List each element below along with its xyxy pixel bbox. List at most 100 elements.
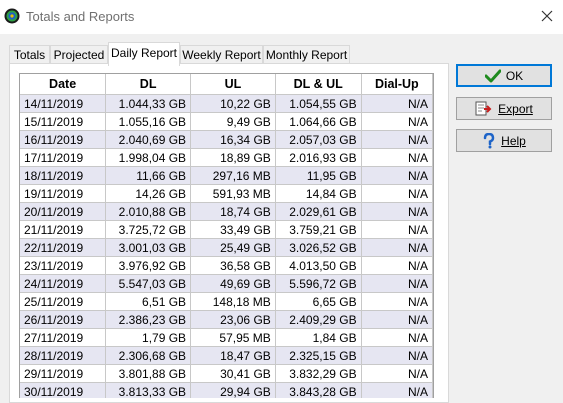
cell-dial-up: N/A xyxy=(361,346,433,365)
column-header-dl[interactable]: DL xyxy=(105,74,192,95)
cell-date: 19/11/2019 xyxy=(20,184,107,203)
cell-date: 29/11/2019 xyxy=(20,364,107,383)
cell-date: 27/11/2019 xyxy=(20,328,107,347)
table-row[interactable]: 23/11/2019 3.976,92 GB 36,58 GB 4.013,50 GB… xyxy=(20,256,433,275)
cell-date: 22/11/2019 xyxy=(20,238,107,257)
app-icon xyxy=(4,8,20,24)
cell-dial-up: N/A xyxy=(361,274,433,293)
check-icon xyxy=(484,69,501,82)
cell-dl-ul: 4.013,50 GB xyxy=(275,256,362,275)
cell-dl-ul: 3.832,29 GB xyxy=(275,364,362,383)
cell-dial-up: N/A xyxy=(361,148,433,167)
cell-dl-ul: 6,65 GB xyxy=(275,292,362,311)
table-row[interactable]: 18/11/2019 11,66 GB 297,16 MB 11,95 GB N/A xyxy=(20,166,433,185)
cell-dl-ul: 1,84 GB xyxy=(275,328,362,347)
table-header-row: Date DL UL DL & UL Dial-Up xyxy=(20,74,433,95)
table-row[interactable]: 28/11/2019 2.306,68 GB 18,47 GB 2.325,15 GB… xyxy=(20,346,433,365)
tab-totals[interactable]: Totals xyxy=(9,45,50,64)
cell-ul: 57,95 MB xyxy=(190,328,276,347)
tab-daily-report[interactable]: Daily Report xyxy=(108,42,180,66)
daily-report-grid[interactable]: Date DL UL DL & UL Dial-Up 14/11/2019 1.0… xyxy=(19,73,434,398)
cell-date: 23/11/2019 xyxy=(20,256,107,275)
cell-ul: 36,58 GB xyxy=(190,256,276,275)
ok-button[interactable]: OK xyxy=(456,64,552,87)
cell-dl-ul: 2.409,29 GB xyxy=(275,310,362,329)
cell-dial-up: N/A xyxy=(361,238,433,257)
cell-dl: 5.547,03 GB xyxy=(105,274,192,293)
cell-dial-up: N/A xyxy=(361,310,433,329)
table-row[interactable]: 15/11/2019 1.055,16 GB 9,49 GB 1.064,66 GB N… xyxy=(20,112,433,131)
cell-dial-up: N/A xyxy=(361,94,433,113)
cell-dl-ul: 2.029,61 GB xyxy=(275,202,362,221)
table-row[interactable]: 30/11/2019 3.813,33 GB 29,94 GB 3.843,28 GB… xyxy=(20,382,433,398)
help-button-label: Help xyxy=(501,133,526,148)
cell-dl-ul: 14,84 GB xyxy=(275,184,362,203)
cell-dl-ul: 3.843,28 GB xyxy=(275,382,362,398)
table-row[interactable]: 14/11/2019 1.044,33 GB 10,22 GB 1.054,55 GB… xyxy=(20,94,433,113)
help-button[interactable]: Help xyxy=(456,129,552,152)
cell-date: 21/11/2019 xyxy=(20,220,107,239)
cell-dl: 14,26 GB xyxy=(105,184,192,203)
cell-ul: 18,89 GB xyxy=(190,148,276,167)
cell-ul: 18,74 GB xyxy=(190,202,276,221)
tab-weekly-report[interactable]: Weekly Report xyxy=(180,45,263,64)
cell-date: 20/11/2019 xyxy=(20,202,107,221)
table-row[interactable]: 29/11/2019 3.801,88 GB 30,41 GB 3.832,29 GB… xyxy=(20,364,433,383)
table-row[interactable]: 21/11/2019 3.725,72 GB 33,49 GB 3.759,21 GB… xyxy=(20,220,433,239)
table-row[interactable]: 27/11/2019 1,79 GB 57,95 MB 1,84 GB N/A xyxy=(20,328,433,347)
column-header-ul[interactable]: UL xyxy=(190,74,276,95)
cell-ul: 297,16 MB xyxy=(190,166,276,185)
column-header-dial-up[interactable]: Dial-Up xyxy=(361,74,433,95)
cell-dl: 1.998,04 GB xyxy=(105,148,192,167)
cell-ul: 49,69 GB xyxy=(190,274,276,293)
cell-dl: 3.801,88 GB xyxy=(105,364,192,383)
cell-dl: 3.725,72 GB xyxy=(105,220,192,239)
cell-dial-up: N/A xyxy=(361,166,433,185)
ok-button-label: OK xyxy=(505,68,524,83)
table-row[interactable]: 20/11/2019 2.010,88 GB 18,74 GB 2.029,61 GB… xyxy=(20,202,433,221)
cell-dl: 2.386,23 GB xyxy=(105,310,192,329)
table-row[interactable]: 22/11/2019 3.001,03 GB 25,49 GB 3.026,52 GB… xyxy=(20,238,433,257)
cell-dial-up: N/A xyxy=(361,256,433,275)
window-title: Totals and Reports xyxy=(26,9,135,24)
cell-dial-up: N/A xyxy=(361,184,433,203)
cell-date: 24/11/2019 xyxy=(20,274,107,293)
cell-dial-up: N/A xyxy=(361,292,433,311)
cell-dial-up: N/A xyxy=(361,328,433,347)
cell-dial-up: N/A xyxy=(361,382,433,398)
tab-monthly-report[interactable]: Monthly Report xyxy=(263,45,350,64)
cell-dial-up: N/A xyxy=(361,202,433,221)
cell-dl-ul: 1.054,55 GB xyxy=(275,94,362,113)
column-header-dl-ul[interactable]: DL & UL xyxy=(275,74,362,95)
cell-ul: 9,49 GB xyxy=(190,112,276,131)
cell-date: 25/11/2019 xyxy=(20,292,107,311)
table-row[interactable]: 25/11/2019 6,51 GB 148,18 MB 6,65 GB N/A xyxy=(20,292,433,311)
cell-ul: 23,06 GB xyxy=(190,310,276,329)
export-button[interactable]: Export xyxy=(456,97,552,120)
cell-dial-up: N/A xyxy=(361,112,433,131)
tab-projected[interactable]: Projected xyxy=(50,45,108,64)
cell-dl: 3.976,92 GB xyxy=(105,256,192,275)
cell-dl-ul: 1.064,66 GB xyxy=(275,112,362,131)
column-header-date[interactable]: Date xyxy=(20,74,107,95)
table-row[interactable]: 16/11/2019 2.040,69 GB 16,34 GB 2.057,03 GB… xyxy=(20,130,433,149)
cell-date: 26/11/2019 xyxy=(20,310,107,329)
cell-dl: 11,66 GB xyxy=(105,166,192,185)
cell-dl: 1,79 GB xyxy=(105,328,192,347)
cell-dial-up: N/A xyxy=(361,364,433,383)
cell-dl-ul: 3.026,52 GB xyxy=(275,238,362,257)
close-icon[interactable] xyxy=(537,6,557,26)
help-icon xyxy=(483,132,495,148)
cell-dial-up: N/A xyxy=(361,220,433,239)
table-row[interactable]: 17/11/2019 1.998,04 GB 18,89 GB 2.016,93 GB… xyxy=(20,148,433,167)
cell-ul: 148,18 MB xyxy=(190,292,276,311)
daily-report-table: Date DL UL DL & UL Dial-Up 14/11/2019 1.0… xyxy=(20,74,433,398)
cell-dl-ul: 11,95 GB xyxy=(275,166,362,185)
table-row[interactable]: 24/11/2019 5.547,03 GB 49,69 GB 5.596,72 GB… xyxy=(20,274,433,293)
cell-date: 16/11/2019 xyxy=(20,130,107,149)
cell-ul: 33,49 GB xyxy=(190,220,276,239)
table-body: 14/11/2019 1.044,33 GB 10,22 GB 1.054,55 GB… xyxy=(20,94,433,398)
table-row[interactable]: 19/11/2019 14,26 GB 591,93 MB 14,84 GB N/A xyxy=(20,184,433,203)
table-row[interactable]: 26/11/2019 2.386,23 GB 23,06 GB 2.409,29 GB… xyxy=(20,310,433,329)
cell-date: 28/11/2019 xyxy=(20,346,107,365)
